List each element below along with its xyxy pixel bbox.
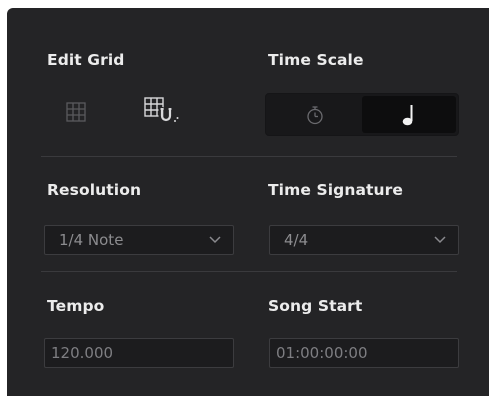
snap-to-grid-button[interactable] <box>141 96 181 124</box>
grid-icon <box>66 102 86 122</box>
quarter-note-icon <box>402 104 413 125</box>
tempo-value: 120.000 <box>51 344 114 362</box>
resolution-dropdown[interactable]: 1/4 Note <box>44 225 234 255</box>
time-scale-segmented-control <box>265 93 459 136</box>
song-start-value: 01:00:00:00 <box>276 344 368 362</box>
stopwatch-icon <box>307 105 323 124</box>
grid-toggle-button[interactable] <box>61 98 91 126</box>
resolution-value: 1/4 Note <box>59 231 124 249</box>
song-start-input[interactable]: 01:00:00:00 <box>269 338 459 368</box>
edit-grid-label: Edit Grid <box>47 51 125 69</box>
time-signature-dropdown[interactable]: 4/4 <box>269 225 459 255</box>
grid-settings-panel: Edit Grid Time Scale Resolution 1/4 Note… <box>7 8 489 396</box>
chevron-down-icon <box>209 236 221 244</box>
section-divider <box>41 271 457 272</box>
time-signature-value: 4/4 <box>284 231 309 249</box>
tempo-input[interactable]: 120.000 <box>44 338 234 368</box>
time-signature-label: Time Signature <box>268 181 404 199</box>
time-scale-option-beats[interactable] <box>362 96 456 133</box>
time-scale-label: Time Scale <box>268 51 364 69</box>
song-start-label: Song Start <box>268 297 363 315</box>
tempo-label: Tempo <box>47 297 105 315</box>
resolution-label: Resolution <box>47 181 142 199</box>
section-divider <box>41 156 457 157</box>
snap-grid-icon <box>144 97 179 124</box>
time-scale-option-timecode[interactable] <box>268 96 362 133</box>
chevron-down-icon <box>434 236 446 244</box>
